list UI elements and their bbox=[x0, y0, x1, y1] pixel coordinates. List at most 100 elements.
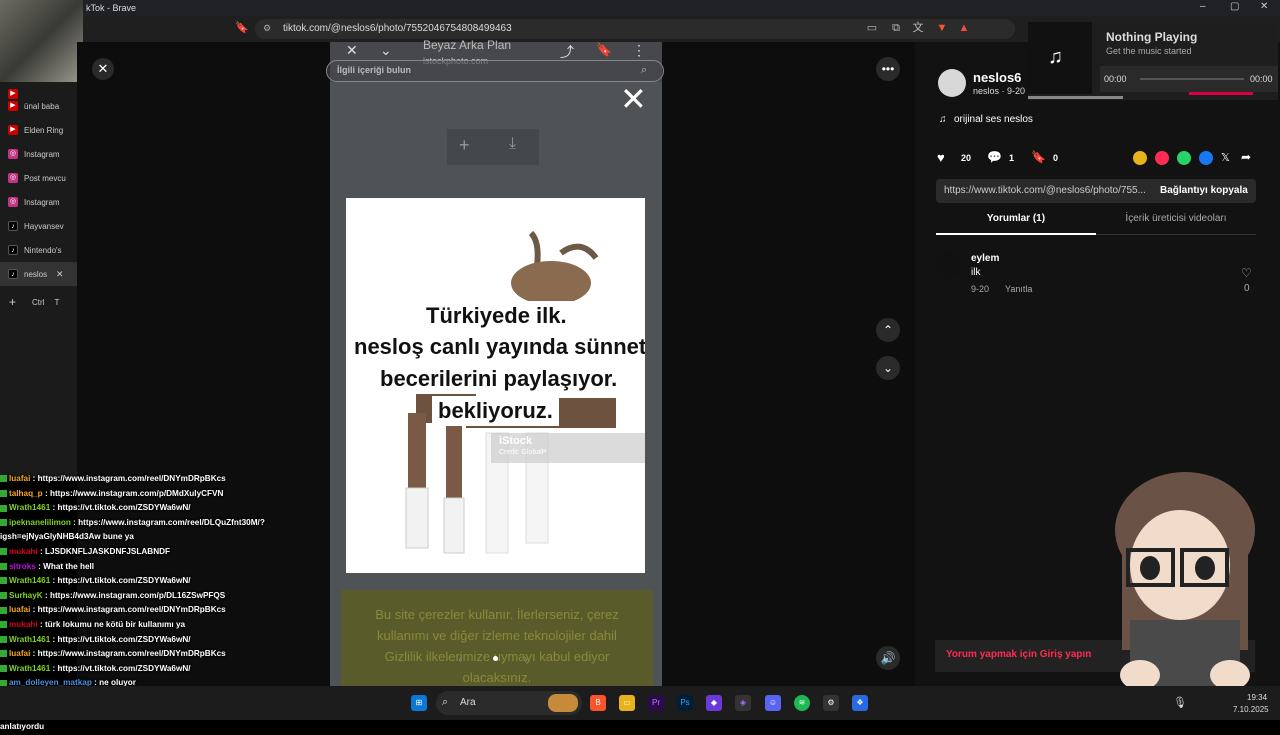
facebook-icon[interactable] bbox=[1199, 151, 1213, 165]
close-icon[interactable]: ✕ bbox=[346, 42, 358, 59]
tab-item[interactable]: ◎ Instagram bbox=[0, 190, 77, 214]
close-video-button[interactable]: ✕ bbox=[92, 58, 114, 80]
chat-text: https://vt.tiktok.com/ZSDYWa6wN/ bbox=[57, 634, 191, 644]
tab-item[interactable]: ♪ Nintendo's bbox=[0, 238, 77, 262]
heart-icon[interactable]: ♥ bbox=[937, 150, 945, 165]
steam-icon[interactable]: ⚙ bbox=[823, 695, 839, 711]
chat-username[interactable]: mukahi bbox=[9, 547, 38, 556]
login-prompt[interactable]: Yorum yapmak için Giriş yapın bbox=[946, 649, 1091, 660]
chat-message: luafai : https://www.instagram.com/reel/… bbox=[0, 603, 330, 618]
cast-icon[interactable]: ⧉ bbox=[889, 21, 903, 35]
sound-name[interactable]: orijinal ses neslos bbox=[954, 114, 1033, 125]
post-link[interactable]: https://www.tiktok.com/@neslos6/photo/75… bbox=[944, 185, 1146, 196]
bookmark-icon[interactable]: 🔖 bbox=[596, 42, 612, 58]
tab-creator-videos[interactable]: İçerik üreticisi videoları bbox=[1096, 213, 1256, 235]
app-icon[interactable]: ◆ bbox=[706, 695, 722, 711]
chat-badge-icon bbox=[0, 489, 7, 497]
previous-post-button[interactable]: ⌃ bbox=[876, 318, 900, 342]
tab-item[interactable]: ◎ Instagram bbox=[0, 142, 77, 166]
brave-icon[interactable]: B bbox=[590, 695, 606, 711]
volume-button[interactable]: 🔊 bbox=[876, 646, 900, 670]
clock-date[interactable]: 7.10.2025 bbox=[1233, 705, 1269, 714]
active-app-icon[interactable]: ❖ bbox=[852, 695, 868, 711]
tab-item[interactable]: ▶ ünal baba bbox=[0, 94, 77, 118]
album-art: ♫ bbox=[1028, 22, 1092, 94]
screen-icon[interactable]: ▭ bbox=[865, 21, 879, 35]
site-info-icon[interactable]: ⚙ bbox=[263, 23, 271, 34]
brave-rewards-icon[interactable]: ▲ bbox=[957, 21, 971, 35]
tab-item-active[interactable]: ♪ neslos ✕ bbox=[0, 262, 77, 286]
chat-username[interactable]: luafai bbox=[9, 474, 30, 483]
share-arrow-icon[interactable]: ➦ bbox=[1241, 150, 1251, 164]
taskbar-search[interactable]: ⌕ Ara bbox=[436, 691, 582, 715]
download-icon[interactable]: ⤓ bbox=[509, 135, 516, 153]
now-playing-title: Nothing Playing bbox=[1106, 30, 1198, 44]
vertical-tab-strip: ▶ ▶ ünal baba ▶ Elden Ring ◎ Instagram ◎ Pos… bbox=[0, 82, 77, 478]
chat-username[interactable]: Wrath1461 bbox=[9, 576, 50, 585]
chat-username[interactable]: ipeknanelilimon bbox=[9, 518, 71, 527]
search-icon[interactable]: ⌕ bbox=[641, 64, 647, 77]
youtube-icon: ▶ bbox=[8, 125, 18, 135]
comment-icon[interactable]: 💬 bbox=[987, 150, 1002, 164]
start-icon[interactable]: ⊞ bbox=[411, 695, 427, 711]
chat-message: SurhayK : https://www.instagram.com/p/DL… bbox=[0, 589, 330, 604]
chat-badge-icon bbox=[0, 650, 7, 658]
copy-link-button[interactable]: Bağlantıyı kopyala bbox=[1160, 185, 1248, 196]
new-tab-button[interactable]: + Ctrl T bbox=[0, 290, 77, 314]
repost-icon[interactable] bbox=[1155, 151, 1169, 165]
bookmark-icon[interactable]: 🔖 bbox=[235, 21, 249, 35]
brave-shields-icon[interactable]: ▼ bbox=[935, 21, 949, 35]
microphone-icon[interactable]: 🎙 bbox=[1173, 696, 1187, 709]
share-icon[interactable]: ⤴ bbox=[560, 42, 574, 62]
more-options-button[interactable]: ••• bbox=[876, 57, 900, 81]
tab-comments[interactable]: Yorumlar (1) bbox=[936, 213, 1096, 235]
music-note-icon: ♫ bbox=[1048, 46, 1063, 68]
spotify-icon[interactable]: ≋ bbox=[794, 695, 810, 711]
close-tab-icon[interactable]: ✕ bbox=[56, 269, 64, 280]
save-icon[interactable]: 🔖 bbox=[1031, 150, 1046, 164]
translate-icon[interactable]: 文 bbox=[911, 21, 925, 35]
minimize-button[interactable]: – bbox=[1200, 1, 1206, 12]
progress-track[interactable] bbox=[1140, 78, 1244, 80]
profile-subtitle: neslos · 9-20 bbox=[973, 86, 1026, 96]
discord-icon[interactable]: ☺ bbox=[765, 695, 781, 711]
chat-username[interactable]: Wrath1461 bbox=[9, 503, 50, 512]
x-icon[interactable]: 𝕏 bbox=[1221, 151, 1230, 164]
chat-username[interactable]: SurhayK bbox=[9, 591, 43, 600]
next-post-button[interactable]: ⌄ bbox=[876, 356, 900, 380]
close-lens-icon[interactable]: ✕ bbox=[620, 80, 647, 118]
chat-username[interactable]: sitroks bbox=[9, 562, 36, 571]
maximize-button[interactable]: ▢ bbox=[1230, 1, 1239, 12]
prev-image-icon[interactable]: ‹ bbox=[458, 652, 462, 666]
reply-button[interactable]: Yanıtla bbox=[1005, 284, 1032, 294]
comment-user[interactable]: eylem bbox=[971, 253, 999, 264]
clock-time[interactable]: 19:34 bbox=[1247, 693, 1267, 702]
game-launcher-icon[interactable]: ◈ bbox=[735, 695, 751, 711]
chevron-down-icon[interactable]: ⌄ bbox=[380, 42, 392, 59]
chat-username[interactable]: luafai bbox=[9, 649, 30, 658]
more-icon[interactable]: ⋮ bbox=[632, 42, 646, 59]
profile-username[interactable]: neslos6 bbox=[973, 70, 1021, 85]
tab-item[interactable]: ♪ Hayvansev bbox=[0, 214, 77, 238]
chat-username[interactable]: Wrath1461 bbox=[9, 664, 50, 673]
avatar[interactable] bbox=[938, 69, 966, 97]
comment-avatar[interactable] bbox=[936, 252, 962, 278]
add-icon[interactable]: + bbox=[459, 135, 470, 156]
whatsapp-icon[interactable] bbox=[1177, 151, 1191, 165]
close-window-button[interactable]: ✕ bbox=[1260, 1, 1268, 12]
tab-item[interactable]: ◎ Post mevcu bbox=[0, 166, 77, 190]
chat-username[interactable]: mukahi bbox=[9, 620, 38, 629]
chat-username[interactable]: talhaq_p bbox=[9, 489, 43, 498]
premiere-icon[interactable]: Pr bbox=[648, 695, 664, 711]
file-explorer-icon[interactable]: ▭ bbox=[619, 695, 635, 711]
chat-username[interactable]: luafai bbox=[9, 605, 30, 614]
tab-item[interactable]: ▶ Elden Ring bbox=[0, 118, 77, 142]
heart-outline-icon[interactable]: ♡ bbox=[1241, 266, 1252, 280]
chat-badge-icon bbox=[0, 621, 7, 629]
chat-username[interactable]: Wrath1461 bbox=[9, 635, 50, 644]
next-image-icon[interactable]: › bbox=[524, 652, 528, 666]
search-bar[interactable]: İlgili içeriği bulun ⌕ bbox=[326, 60, 664, 82]
coin-share-icon[interactable] bbox=[1133, 151, 1147, 165]
photoshop-icon[interactable]: Ps bbox=[677, 695, 693, 711]
chat-message: mukahi : türk lokumu ne kötü bir kullanı… bbox=[0, 618, 330, 633]
